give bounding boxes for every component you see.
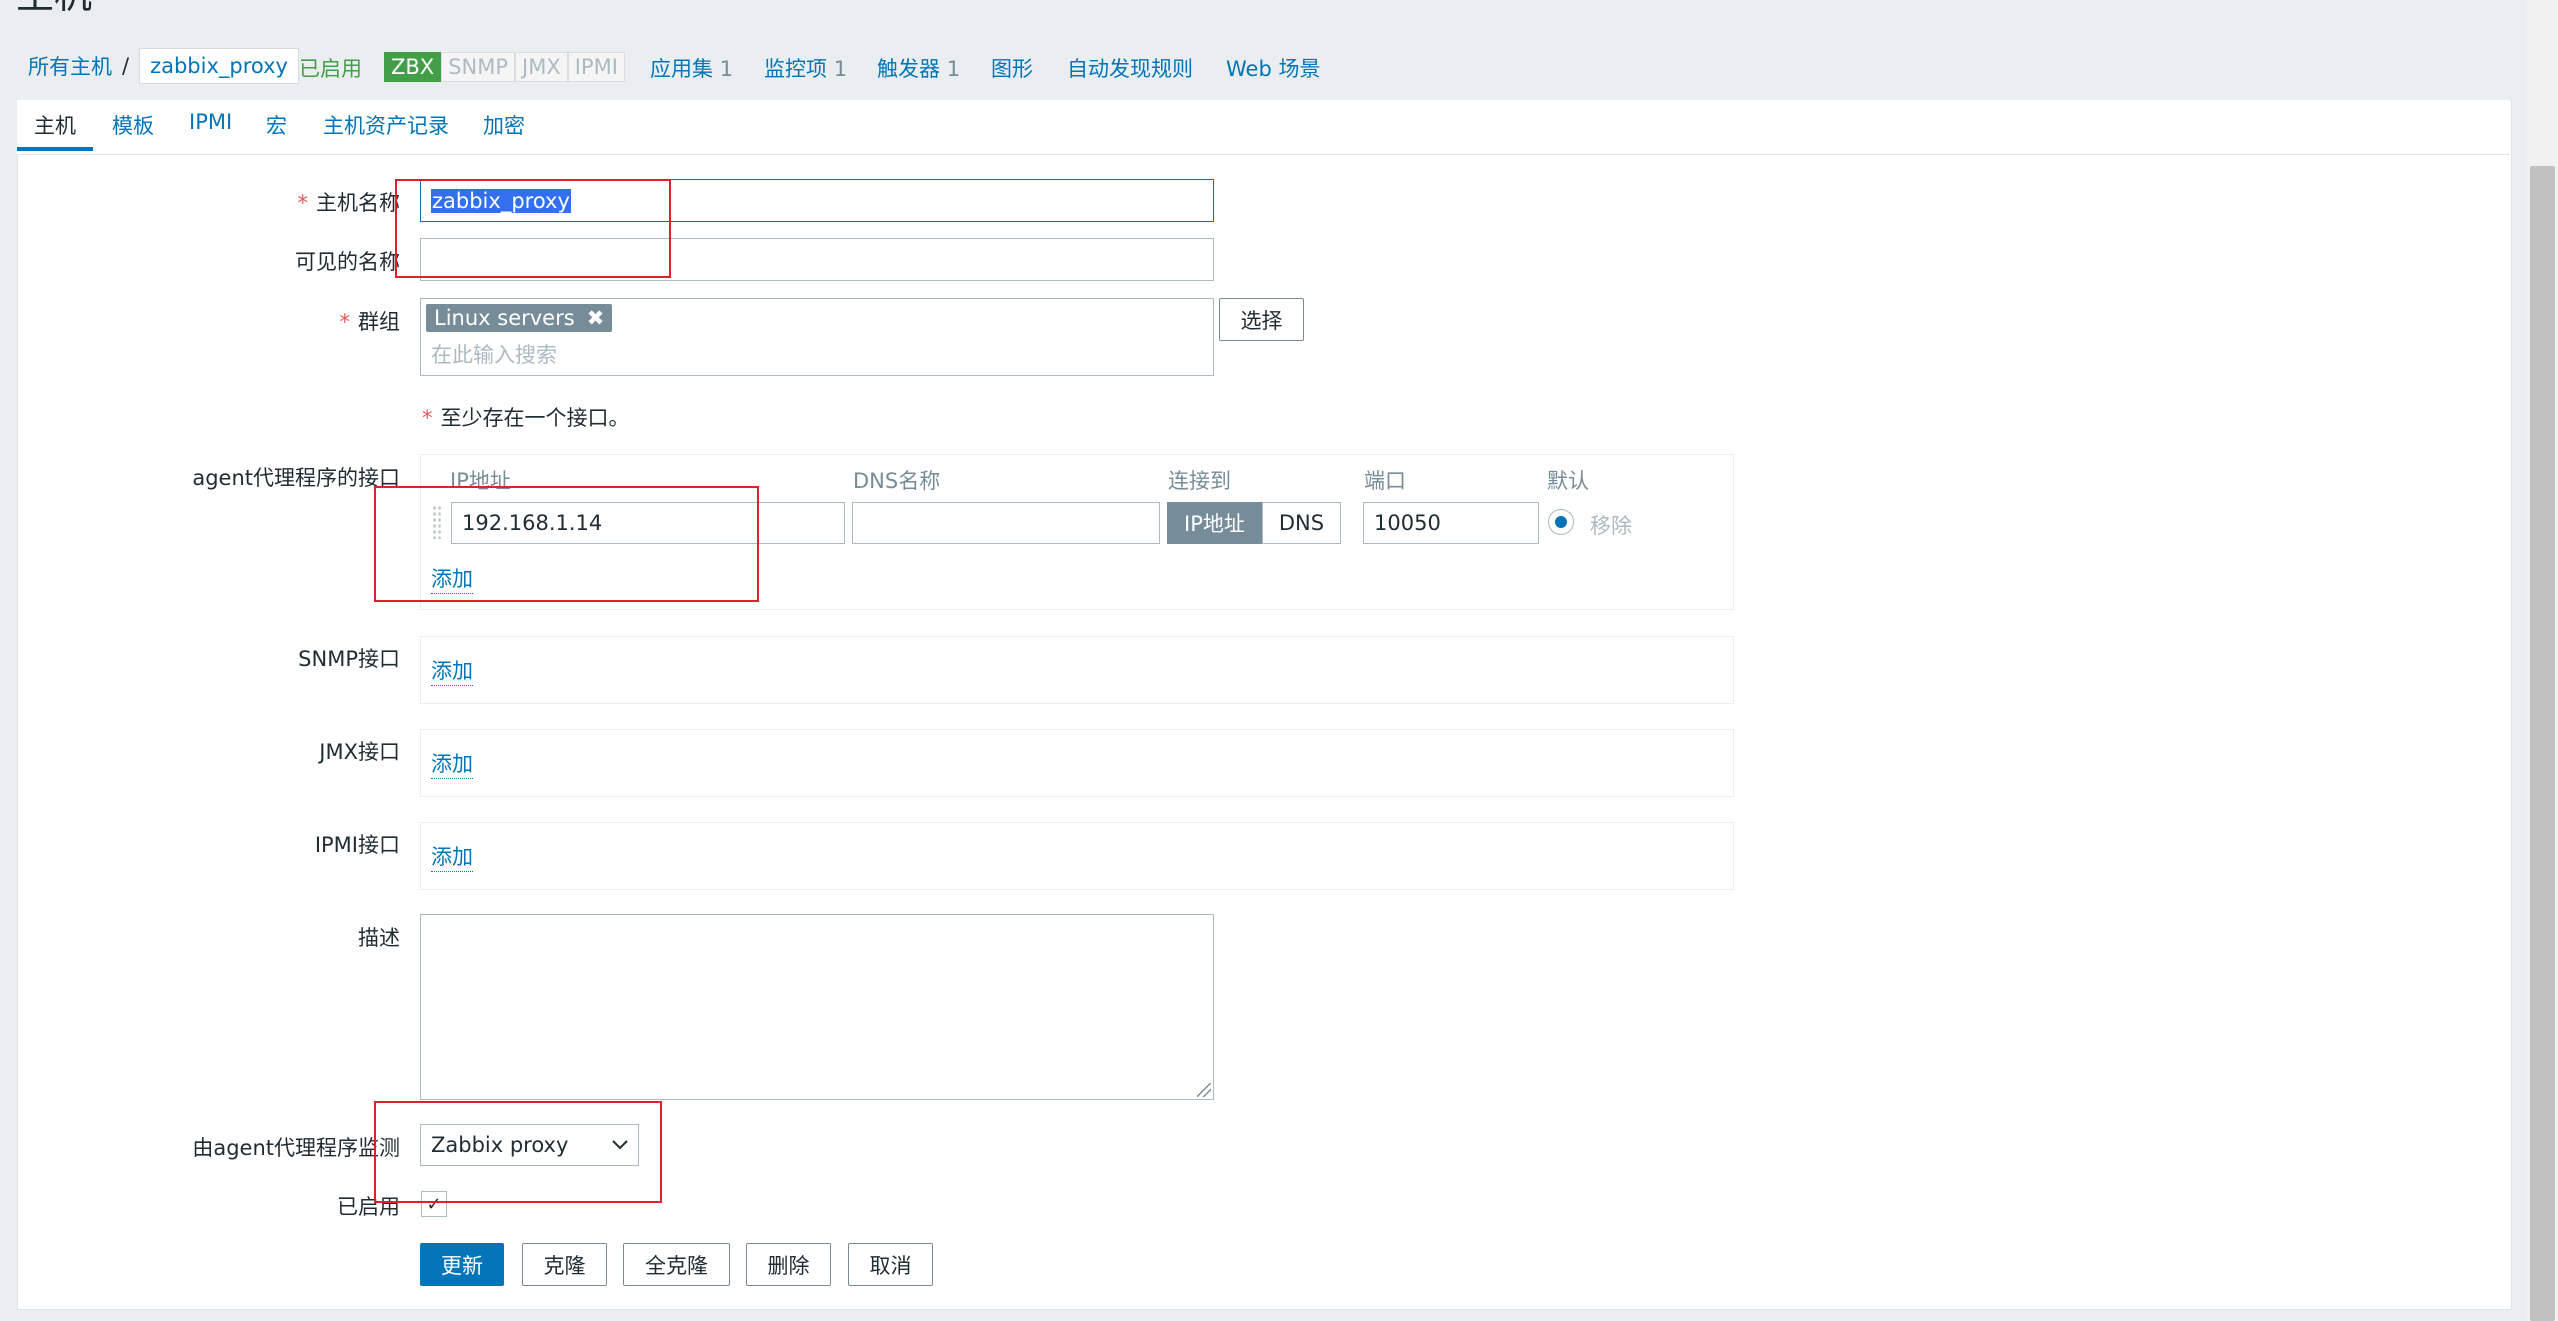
snmp-box [420, 636, 1734, 704]
ipmi-label: IPMI接口 [314, 833, 400, 857]
host-name-label: * 主机名称 [0, 187, 401, 217]
active-tab-indicator [17, 147, 93, 151]
delete-button[interactable]: 删除 [746, 1243, 831, 1286]
jmx-label: JMX接口 [319, 740, 400, 764]
snmp-label: SNMP接口 [298, 647, 400, 671]
jmx-box [420, 729, 1734, 797]
groups-search-placeholder[interactable]: 在此输入搜索 [431, 339, 557, 369]
host-link-web[interactable]: Web 场景 [1226, 53, 1320, 83]
host-link-label: 触发器 [877, 57, 940, 81]
host-link-count: 1 [833, 57, 848, 81]
cancel-button[interactable]: 取消 [848, 1243, 933, 1286]
required-mark: * [339, 310, 351, 334]
breadcrumb: 所有主机 / zabbix_proxy [28, 48, 299, 84]
group-tag: Linux servers ✖ [426, 304, 613, 332]
header-default: 默认 [1547, 469, 1589, 493]
port-input[interactable]: 10050 [1363, 502, 1539, 544]
select-groups-button[interactable]: 选择 [1219, 298, 1304, 341]
visible-name-label: 可见的名称 [295, 250, 400, 274]
groups-label: * 群组 [0, 306, 401, 336]
tab-host[interactable]: 主机 [34, 110, 76, 140]
zbx-badge: ZBX [384, 52, 442, 82]
interface-note-text: 至少存在一个接口。 [440, 406, 630, 430]
availability-badges: ZBX SNMP JMX IPMI [384, 52, 625, 82]
tab-inventory[interactable]: 主机资产记录 [323, 110, 449, 140]
add-ipmi-interface-link[interactable]: 添加 [431, 841, 473, 872]
required-mark: * [297, 191, 309, 215]
interface-note: * 至少存在一个接口。 [422, 402, 630, 432]
host-name-label-text: 主机名称 [316, 191, 400, 215]
jmx-badge: JMX [515, 52, 568, 82]
breadcrumb-separator: / [122, 54, 130, 78]
host-link-triggers[interactable]: 触发器 1 [877, 53, 960, 83]
host-link-label: 应用集 [650, 57, 713, 81]
add-snmp-interface-link[interactable]: 添加 [431, 655, 473, 686]
highlight-box-agent-interface [374, 486, 759, 602]
snmp-badge: SNMP [441, 52, 516, 82]
tab-ipmi[interactable]: IPMI [189, 110, 232, 134]
group-tag-label: Linux servers [434, 306, 575, 330]
header-port: 端口 [1364, 469, 1406, 493]
ipmi-badge: IPMI [567, 52, 625, 82]
host-link-graphs[interactable]: 图形 [991, 53, 1033, 83]
breadcrumb-current-host[interactable]: zabbix_proxy [139, 48, 299, 84]
highlight-box-proxy [374, 1101, 662, 1203]
tab-macros[interactable]: 宏 [266, 110, 287, 140]
required-mark: * [422, 406, 433, 430]
remove-interface-link[interactable]: 移除 [1590, 510, 1632, 540]
host-link-label: 监控项 [764, 57, 827, 81]
header-connect: 连接到 [1168, 469, 1231, 493]
host-link-applications[interactable]: 应用集 1 [650, 53, 733, 83]
add-jmx-interface-link[interactable]: 添加 [431, 748, 473, 779]
remove-tag-icon[interactable]: ✖ [587, 306, 605, 330]
breadcrumb-all-hosts[interactable]: 所有主机 [28, 51, 112, 81]
enabled-label: 已启用 [337, 1195, 400, 1219]
description-textarea[interactable] [420, 914, 1214, 1100]
host-link-items[interactable]: 监控项 1 [764, 53, 847, 83]
host-link-count: 1 [719, 57, 734, 81]
host-link-count: 1 [946, 57, 961, 81]
resize-handle-icon[interactable] [1197, 1083, 1211, 1097]
full-clone-button[interactable]: 全克隆 [623, 1243, 730, 1286]
tab-encryption[interactable]: 加密 [483, 110, 525, 140]
tab-templates[interactable]: 模板 [112, 110, 154, 140]
connect-to-toggle: IP地址 DNS [1167, 502, 1342, 544]
dns-name-input[interactable] [852, 502, 1160, 544]
monitored-by-label: 由agent代理程序监测 [192, 1136, 400, 1160]
tab-bar: 主机 模板 IPMI 宏 主机资产记录 加密 [17, 100, 2510, 155]
host-status[interactable]: 已启用 [299, 53, 362, 83]
clone-button[interactable]: 克隆 [522, 1243, 607, 1286]
host-link-discovery[interactable]: 自动发现规则 [1067, 53, 1193, 83]
scrollbar-thumb[interactable] [2530, 166, 2555, 1321]
connect-ip-option[interactable]: IP地址 [1167, 502, 1262, 544]
groups-label-text: 群组 [358, 310, 400, 334]
connect-dns-option[interactable]: DNS [1261, 502, 1342, 544]
ipmi-box [420, 822, 1734, 890]
default-interface-radio[interactable] [1548, 509, 1574, 535]
update-button[interactable]: 更新 [420, 1243, 504, 1286]
groups-multiselect[interactable]: Linux servers ✖ 在此输入搜索 [420, 298, 1214, 376]
highlight-box-host-name [395, 179, 671, 278]
header-dns: DNS名称 [853, 469, 941, 493]
page-title: 主机 [16, 0, 92, 14]
agent-interfaces-label: agent代理程序的接口 [192, 466, 400, 490]
description-label: 描述 [358, 926, 400, 950]
